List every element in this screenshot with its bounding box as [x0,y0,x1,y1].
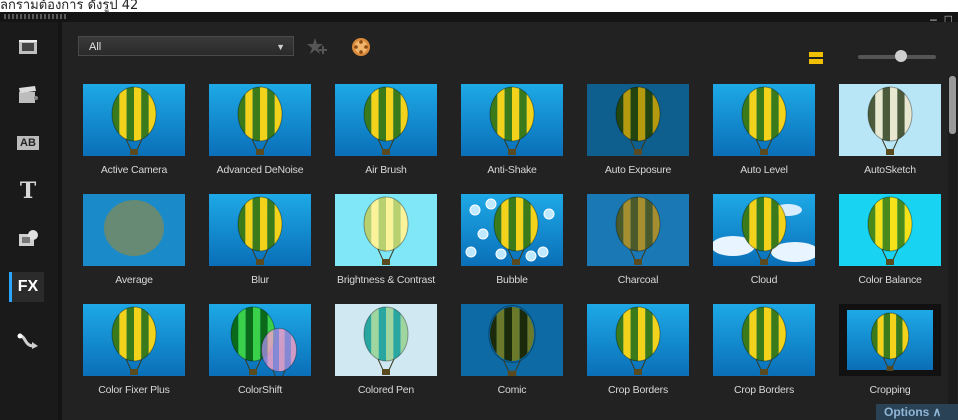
effect-thumbnail [839,194,941,266]
effect-thumbnail [839,84,941,156]
filter-category-value: All [89,41,102,53]
effect-label: Active Camera [100,164,168,176]
ab-label: AB [17,136,39,150]
options-button[interactable]: Options ∧ [876,404,958,420]
thumbnail-size-slider[interactable] [858,50,936,62]
effect-tile[interactable]: Advanced DeNoise [204,84,316,176]
effect-tile[interactable]: AutoSketch [834,84,946,176]
effect-thumbnail [587,304,689,376]
page-caption: ลกรามต้องการ ดังรูป 42 [0,0,139,13]
effect-thumbnail [839,304,941,376]
effect-thumbnail [587,194,689,266]
graphic-icon[interactable] [12,224,44,254]
add-to-favorites-icon[interactable] [306,36,328,58]
effect-tile[interactable]: Air Brush [330,84,442,176]
effect-label: Cloud [750,274,778,286]
effect-tile[interactable]: Cropping [834,304,946,396]
effect-tile[interactable]: Auto Exposure [582,84,694,176]
effect-label: Air Brush [365,164,407,176]
title-icon[interactable]: T [12,176,44,206]
effect-tile[interactable]: Colored Pen [330,304,442,396]
slider-knob[interactable] [894,50,907,62]
effect-thumbnail [335,304,437,376]
effect-thumbnail [209,194,311,266]
ab-transition-icon[interactable]: AB [12,128,44,158]
effect-thumbnail [335,194,437,266]
effect-tile[interactable]: Comic [456,304,568,396]
effect-label: Color Fixer Plus [98,384,170,396]
effect-tile[interactable]: Anti-Shake [456,84,568,176]
chevron-down-icon: ▼ [276,42,285,52]
effect-tile[interactable]: Brightness & Contrast [330,194,442,286]
effect-tile[interactable]: Active Camera [78,84,190,176]
effect-thumbnail [83,194,185,266]
effect-tile[interactable]: Cloud [708,194,820,286]
library-sidebar: AB T FX [0,22,58,420]
effect-label: Advanced DeNoise [216,164,304,176]
effect-label: Charcoal [617,274,659,286]
effect-label: Colored Pen [357,384,415,396]
effect-thumbnail [461,304,563,376]
effect-thumbnail [461,84,563,156]
effect-tile[interactable]: Crop Borders [582,304,694,396]
path-icon[interactable] [12,326,44,356]
effect-tile[interactable]: Charcoal [582,194,694,286]
effect-thumbnail [713,194,815,266]
effect-thumbnail [209,304,311,376]
effect-thumbnail [587,84,689,156]
effect-label: Cropping [869,384,911,396]
fx-icon[interactable]: FX [9,272,44,302]
effect-label: Anti-Shake [487,164,537,176]
effect-tile[interactable]: Color Balance [834,194,946,286]
effect-label: Auto Level [740,164,788,176]
library-panel: – □ AB T FX All ▼ Active Camera Advanced… [0,12,958,420]
effect-tile[interactable]: Average [78,194,190,286]
filmstrip-reel-icon[interactable] [350,36,372,58]
effect-label: Color Balance [858,274,922,286]
effects-library: All ▼ Active Camera Advanced DeNoise Air… [62,22,958,420]
effect-thumbnail [713,84,815,156]
effect-thumbnail [83,84,185,156]
effect-thumbnail [335,84,437,156]
effect-tile[interactable]: Bubble [456,194,568,286]
title-label: T [19,178,37,204]
effect-tile[interactable]: ColorShift [204,304,316,396]
effect-thumbnail [713,304,815,376]
effect-label: Crop Borders [607,384,669,396]
effect-label: Bubble [496,274,528,286]
library-toolbar: All ▼ [62,22,958,72]
effect-thumbnail [83,304,185,376]
fx-label: FX [17,278,39,295]
film-library-icon[interactable] [12,32,44,62]
clapper-icon[interactable] [12,80,44,110]
effect-tile[interactable]: Blur [204,194,316,286]
effect-label: AutoSketch [864,164,916,176]
effect-tile[interactable]: Color Fixer Plus [78,304,190,396]
effect-tile[interactable]: Crop Borders [708,304,820,396]
effect-label: Crop Borders [733,384,795,396]
effect-thumbnail [461,194,563,266]
effect-label: Brightness & Contrast [337,274,435,286]
effect-label: Average [115,274,153,286]
effect-label: ColorShift [237,384,283,396]
scrollbar-thumb[interactable] [949,76,956,134]
drag-grip[interactable] [4,14,66,19]
effect-thumbnail [209,84,311,156]
filter-category-dropdown[interactable]: All ▼ [78,36,294,56]
effect-label: Blur [251,274,269,286]
list-view-icon[interactable] [808,50,824,66]
effect-label: Auto Exposure [604,164,672,176]
vertical-scrollbar[interactable] [948,76,957,416]
effect-tile[interactable]: Auto Level [708,84,820,176]
effect-label: Comic [497,384,527,396]
